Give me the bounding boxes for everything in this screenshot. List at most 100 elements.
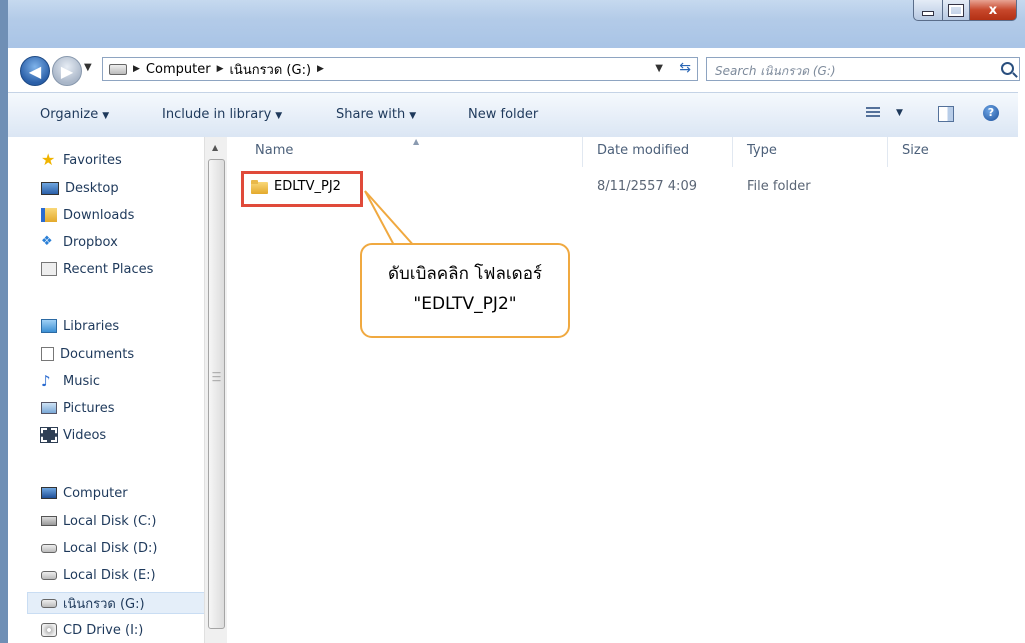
breadcrumb-drive-g[interactable]: เนินกรวด (G:) [229, 59, 311, 80]
nav-libraries[interactable]: Libraries [41, 315, 119, 337]
title-bar [0, 0, 1025, 48]
music-icon: ♪ [41, 372, 51, 390]
organize-button[interactable]: Organize ▼ [40, 107, 109, 122]
nav-pictures[interactable]: Pictures [41, 397, 114, 419]
nav-desktop[interactable]: Desktop [41, 177, 119, 199]
organize-label: Organize [40, 107, 99, 122]
libraries-icon [41, 319, 57, 333]
address-dropdown-icon[interactable]: ▼ [655, 63, 663, 74]
drive-icon [41, 570, 57, 580]
help-icon[interactable]: ? [983, 105, 999, 121]
nav-dropbox[interactable]: ❖ Dropbox [41, 231, 118, 253]
dropbox-icon: ❖ [41, 234, 53, 249]
computer-icon [41, 487, 57, 499]
explorer-window: x ◀ ▶ ▼ ▶ Computer ▶ เนินกรวด (G:) ▶ ▼ ⇆… [0, 0, 1025, 643]
nav-pane-scrollbar[interactable]: ▲ — — — [204, 137, 227, 643]
minimize-icon [922, 11, 934, 16]
view-dropdown-icon[interactable]: ▼ [896, 108, 903, 118]
pictures-icon [41, 402, 57, 414]
chevron-down-icon: ▼ [409, 111, 417, 121]
nav-recent-places[interactable]: Recent Places [41, 258, 153, 280]
include-in-library-button[interactable]: Include in library ▼ [162, 107, 282, 122]
window-controls: x [913, 0, 1017, 22]
search-icon[interactable] [1001, 62, 1014, 75]
desktop-edge [0, 0, 8, 643]
nav-cd-drive-i[interactable]: CD Drive (I:) [41, 619, 143, 641]
documents-icon [41, 347, 54, 361]
forward-arrow-icon: ▶ [60, 61, 74, 81]
scroll-grip-icon: — — — [212, 368, 221, 386]
column-header-size[interactable]: Size [902, 143, 929, 158]
nav-local-disk-d-label: Local Disk (D:) [63, 540, 158, 556]
close-button[interactable]: x [970, 0, 1017, 21]
cd-drive-icon [41, 623, 57, 637]
column-divider[interactable] [582, 137, 583, 167]
preview-pane-icon[interactable] [938, 106, 954, 122]
highlight-box [241, 171, 363, 207]
nav-desktop-label: Desktop [65, 180, 119, 196]
search-input[interactable]: Search เนินกรวด (G:) [706, 57, 1020, 81]
column-header-type[interactable]: Type [747, 143, 777, 158]
breadcrumb-separator-icon[interactable]: ▶ [217, 64, 224, 74]
share-with-label: Share with [336, 107, 406, 122]
nav-recent-places-label: Recent Places [63, 261, 154, 277]
nav-libraries-label: Libraries [63, 318, 120, 334]
nav-favorites-label: Favorites [63, 152, 122, 168]
column-divider[interactable] [732, 137, 733, 167]
minimize-button[interactable] [913, 0, 943, 21]
callout-line-2: "EDLTV_PJ2" [413, 294, 517, 314]
column-divider[interactable] [887, 137, 888, 167]
drive-icon [41, 598, 57, 608]
new-folder-label: New folder [468, 107, 539, 122]
navigation-pane: ★ Favorites Desktop Downloads ❖ Dropbox Re… [8, 137, 205, 643]
maximize-button[interactable] [943, 0, 970, 21]
breadcrumb-separator-icon[interactable]: ▶ [317, 64, 324, 74]
nav-music-label: Music [63, 373, 100, 389]
share-with-button[interactable]: Share with ▼ [336, 107, 416, 122]
file-date-modified: 8/11/2557 4:09 [597, 179, 697, 194]
change-view-icon[interactable] [866, 107, 880, 119]
breadcrumb-computer[interactable]: Computer [146, 62, 211, 77]
nav-computer[interactable]: Computer [41, 482, 128, 504]
address-bar[interactable]: ▶ Computer ▶ เนินกรวด (G:) ▶ ▼ ⇆ [102, 57, 698, 81]
nav-local-disk-d[interactable]: Local Disk (D:) [41, 537, 157, 559]
star-icon: ★ [41, 150, 56, 169]
back-button[interactable]: ◀ [20, 56, 50, 86]
new-folder-button[interactable]: New folder [468, 107, 538, 122]
scrollbar-thumb[interactable] [208, 159, 225, 629]
callout-line-1: ดับเบิลคลิก โฟลเดอร์ [387, 264, 543, 284]
nav-favorites[interactable]: ★ Favorites [41, 149, 122, 171]
nav-documents-label: Documents [60, 346, 135, 362]
nav-local-disk-c[interactable]: Local Disk (C:) [41, 510, 156, 532]
search-placeholder: Search เนินกรวด (G:) [715, 64, 836, 78]
chevron-down-icon: ▼ [102, 111, 110, 121]
nav-local-disk-c-label: Local Disk (C:) [63, 513, 157, 529]
nav-downloads-label: Downloads [63, 207, 135, 223]
instruction-callout: ดับเบิลคลิก โฟลเดอร์ "EDLTV_PJ2" [360, 243, 570, 338]
scroll-up-icon[interactable]: ▲ [212, 143, 218, 152]
videos-icon [40, 427, 58, 443]
chevron-down-icon: ▼ [275, 111, 283, 121]
navigation-row: ◀ ▶ ▼ ▶ Computer ▶ เนินกรวด (G:) ▶ ▼ ⇆ S… [8, 52, 1020, 86]
close-icon: x [988, 2, 998, 18]
column-header-date-modified[interactable]: Date modified [597, 143, 689, 158]
breadcrumb-separator-icon[interactable]: ▶ [133, 64, 140, 74]
nav-videos[interactable]: Videos [40, 424, 106, 446]
nav-drive-g-label: เนินกรวด (G:) [63, 596, 145, 612]
recent-places-icon [41, 262, 57, 276]
nav-documents[interactable]: Documents [41, 343, 134, 365]
include-in-library-label: Include in library [162, 107, 272, 122]
back-arrow-icon: ◀ [28, 61, 42, 81]
nav-downloads[interactable]: Downloads [41, 204, 134, 226]
downloads-icon [41, 208, 57, 222]
nav-music[interactable]: ♪ Music [41, 370, 100, 392]
nav-drive-g[interactable]: เนินกรวด (G:) [27, 592, 205, 614]
column-header-name[interactable]: Name [255, 143, 293, 158]
nav-computer-label: Computer [63, 485, 128, 501]
forward-button[interactable]: ▶ [52, 56, 82, 86]
system-drive-icon [41, 516, 57, 526]
maximize-icon [948, 3, 964, 17]
refresh-icon[interactable]: ⇆ [679, 60, 691, 76]
recent-pages-dropdown[interactable]: ▼ [84, 62, 92, 73]
nav-local-disk-e[interactable]: Local Disk (E:) [41, 564, 156, 586]
